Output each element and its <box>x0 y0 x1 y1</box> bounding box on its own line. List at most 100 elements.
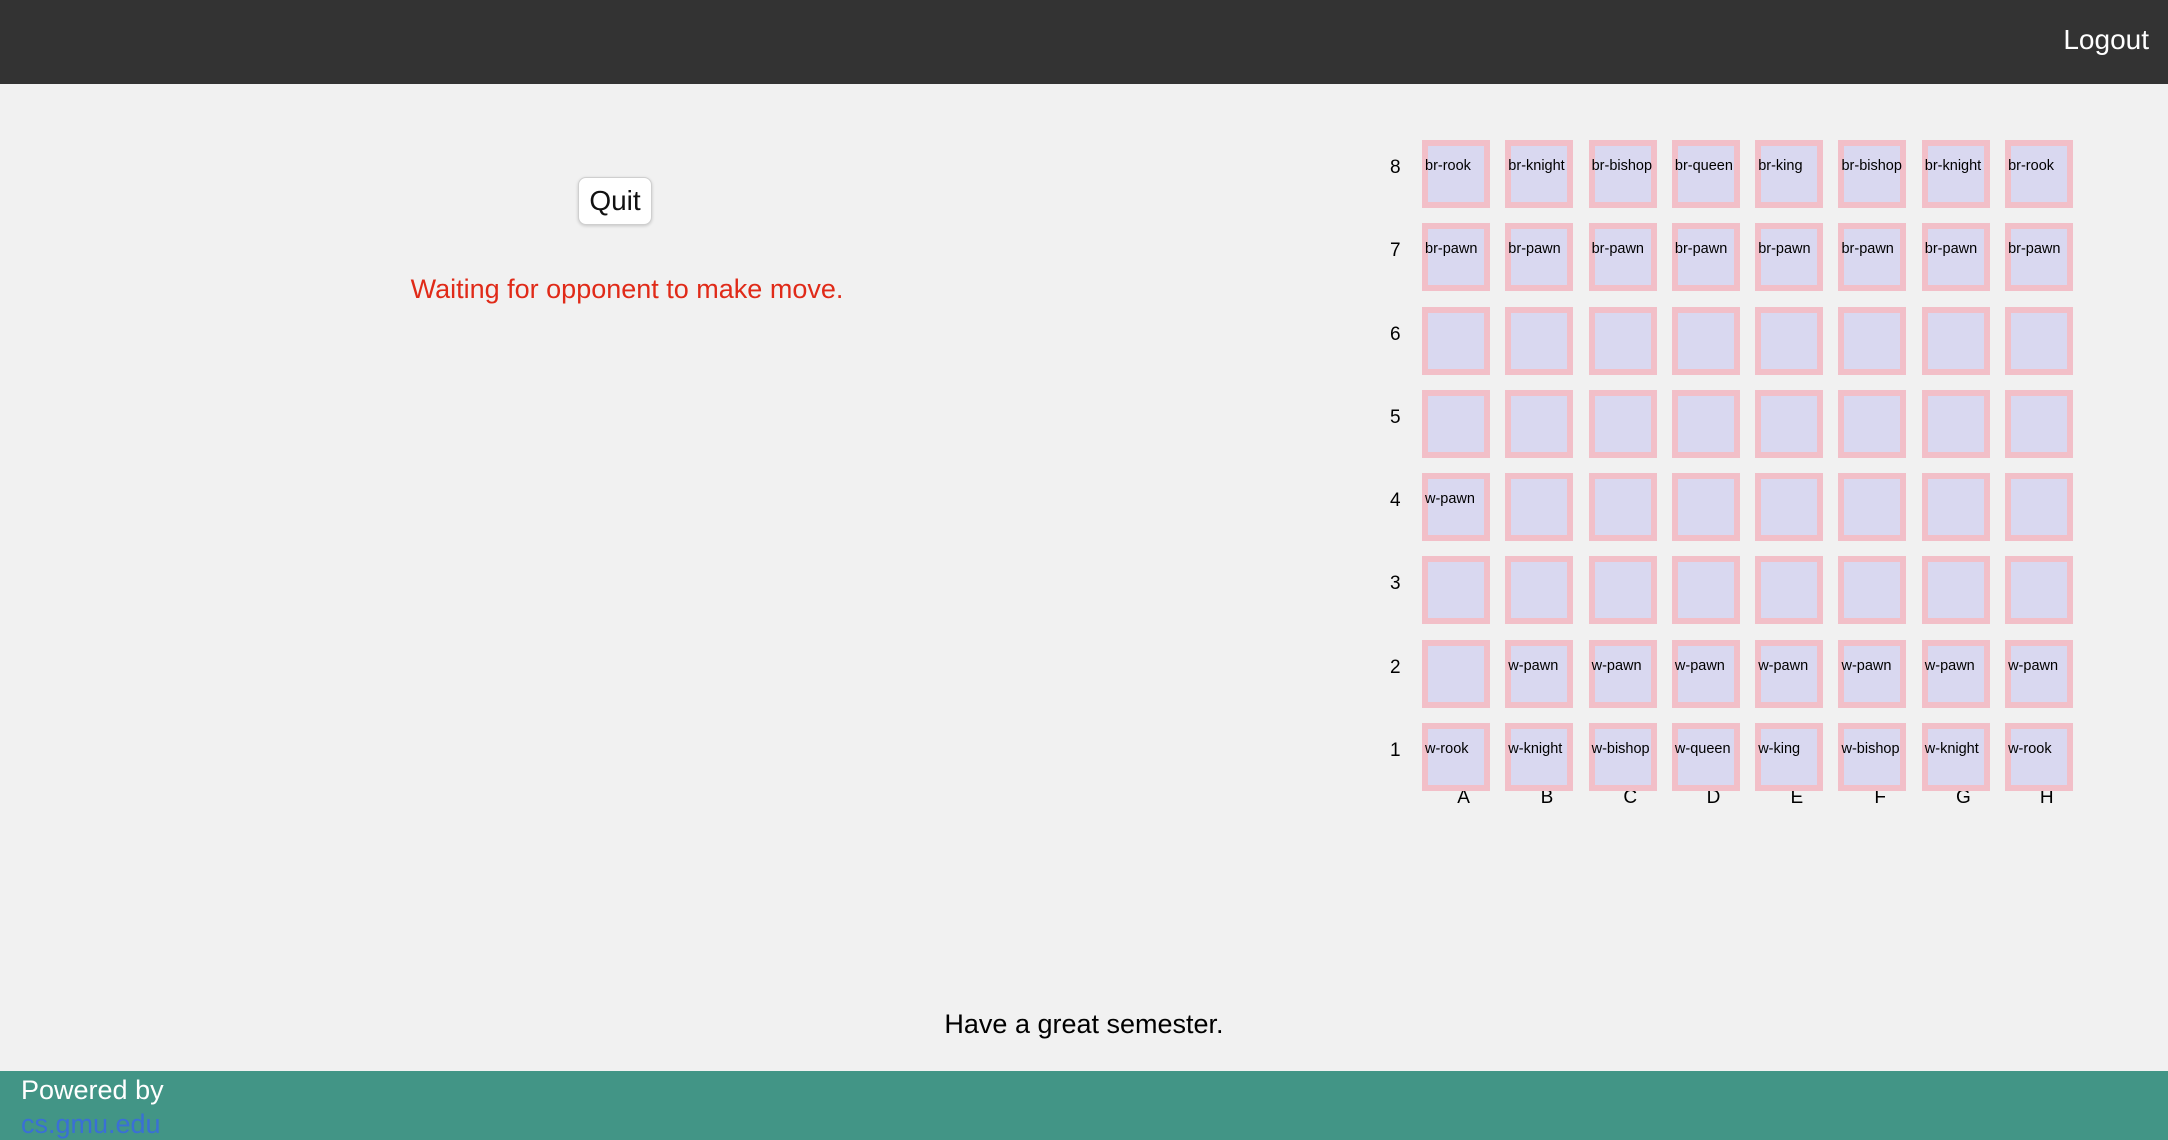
piece-label: br-pawn <box>1674 241 1728 258</box>
piece-label: br-rook <box>1425 158 1471 174</box>
rank-label: 1 <box>1390 740 1401 762</box>
board-square-e1[interactable]: w-king <box>1755 723 1824 792</box>
quit-button[interactable]: Quit <box>578 177 652 225</box>
cs-gmu-link[interactable]: cs.gmu.edu <box>21 1109 161 1140</box>
board-square-b1[interactable]: w-knight <box>1505 723 1574 792</box>
piece-label: w-king <box>1758 741 1801 758</box>
board-square-c1[interactable]: w-bishop <box>1588 723 1657 792</box>
rank-label: 7 <box>1390 240 1401 262</box>
board-square-a8[interactable]: br-rook <box>1422 140 1490 208</box>
piece-label: w-queen <box>1674 741 1731 758</box>
board-square-b4[interactable] <box>1505 473 1574 542</box>
piece-label: w-pawn <box>1425 491 1475 508</box>
board-square-b5[interactable] <box>1505 389 1574 458</box>
board-square-h8[interactable]: br-rook <box>2005 140 2074 208</box>
board-square-e5[interactable] <box>1755 389 1824 458</box>
piece-label: w-rook <box>1425 741 1469 758</box>
piece-label: w-pawn <box>2008 657 2059 674</box>
piece-label: w-pawn <box>1508 657 1559 674</box>
board-square-c3[interactable] <box>1588 556 1657 625</box>
board-square-c2[interactable]: w-pawn <box>1588 639 1657 708</box>
rank-label: 5 <box>1390 406 1401 428</box>
footer: Powered by cs.gmu.edu <box>0 1071 2168 1140</box>
piece-label: w-pawn <box>1674 657 1725 674</box>
board-square-e8[interactable]: br-king <box>1755 140 1824 208</box>
board-square-a4[interactable]: w-pawn <box>1422 473 1490 542</box>
logout-link[interactable]: Logout <box>2063 24 2149 56</box>
board-square-f2[interactable]: w-pawn <box>1838 639 1907 708</box>
chess-board: 8 br-rook br-knight br-bishop br-queen br-kin… <box>1384 140 2088 809</box>
board-square-b3[interactable] <box>1505 556 1574 625</box>
board-square-c6[interactable] <box>1588 306 1657 375</box>
board-square-a2[interactable] <box>1422 639 1490 708</box>
game-status-message: Waiting for opponent to make move. <box>410 274 844 304</box>
board-square-d8[interactable]: br-queen <box>1671 140 1740 208</box>
board-square-a1[interactable]: w-rook <box>1422 723 1490 792</box>
board-square-g7[interactable]: br-pawn <box>1921 223 1990 292</box>
board-square-f7[interactable]: br-pawn <box>1838 223 1907 292</box>
semester-message: Have a great semester. <box>944 1009 1224 1039</box>
piece-label: br-pawn <box>1425 241 1478 258</box>
board-square-c7[interactable]: br-pawn <box>1588 223 1657 292</box>
board-square-g6[interactable] <box>1921 306 1990 375</box>
board-square-e6[interactable] <box>1755 306 1824 375</box>
board-square-b7[interactable]: br-pawn <box>1505 223 1574 292</box>
board-square-d2[interactable]: w-pawn <box>1671 639 1740 708</box>
board-square-g5[interactable] <box>1921 389 1990 458</box>
board-square-b2[interactable]: w-pawn <box>1505 639 1574 708</box>
board-square-d3[interactable] <box>1671 556 1740 625</box>
board-square-c8[interactable]: br-bishop <box>1588 140 1657 208</box>
board-square-e7[interactable]: br-pawn <box>1755 223 1824 292</box>
board-square-d4[interactable] <box>1671 473 1740 542</box>
board-rank-2: 2 w-pawn w-pawn w-pawn w-pawn w-pawn w-pawn w-p… <box>1384 639 2088 723</box>
board-square-h6[interactable] <box>2005 306 2074 375</box>
board-square-g1[interactable]: w-knight <box>1921 723 1990 792</box>
piece-label: w-pawn <box>1841 657 1892 674</box>
board-square-h1[interactable]: w-rook <box>2005 723 2074 792</box>
board-square-e2[interactable]: w-pawn <box>1755 639 1824 708</box>
board-square-a7[interactable]: br-pawn <box>1422 223 1490 292</box>
board-square-f1[interactable]: w-bishop <box>1838 723 1907 792</box>
piece-label: br-bishop <box>1591 158 1653 174</box>
board-square-g3[interactable] <box>1921 556 1990 625</box>
board-square-g2[interactable]: w-pawn <box>1921 639 1990 708</box>
board-square-b6[interactable] <box>1505 306 1574 375</box>
board-square-h3[interactable] <box>2005 556 2074 625</box>
board-square-c5[interactable] <box>1588 389 1657 458</box>
board-square-d7[interactable]: br-pawn <box>1671 223 1740 292</box>
piece-label: br-knight <box>1924 158 1982 174</box>
piece-label: w-pawn <box>1591 657 1642 674</box>
board-square-a3[interactable] <box>1422 556 1490 625</box>
board-square-d5[interactable] <box>1671 389 1740 458</box>
board-square-h2[interactable]: w-pawn <box>2005 639 2074 708</box>
rank-label: 6 <box>1390 323 1401 345</box>
board-square-c4[interactable] <box>1588 473 1657 542</box>
board-rank-7: 7 br-pawn br-pawn br-pawn br-pawn br-pawn br-p… <box>1384 223 2088 306</box>
board-square-d6[interactable] <box>1671 306 1740 375</box>
board-square-f6[interactable] <box>1838 306 1907 375</box>
piece-label: br-king <box>1758 158 1803 174</box>
board-square-e4[interactable] <box>1755 473 1824 542</box>
board-square-a5[interactable] <box>1422 389 1490 458</box>
board-square-f5[interactable] <box>1838 389 1907 458</box>
board-square-h4[interactable] <box>2005 473 2074 542</box>
board-square-a6[interactable] <box>1422 306 1490 375</box>
piece-label: w-rook <box>2008 741 2052 758</box>
board-square-f8[interactable]: br-bishop <box>1838 140 1907 208</box>
piece-label: br-pawn <box>1758 241 1811 258</box>
board-square-g4[interactable] <box>1921 473 1990 542</box>
board-square-b8[interactable]: br-knight <box>1505 140 1574 208</box>
rank-label: 8 <box>1390 157 1401 178</box>
rank-label: 3 <box>1390 573 1401 595</box>
board-square-h7[interactable]: br-pawn <box>2005 223 2074 292</box>
piece-label: w-knight <box>1924 741 1979 758</box>
board-square-g8[interactable]: br-knight <box>1921 140 1990 208</box>
board-square-f4[interactable] <box>1838 473 1907 542</box>
piece-label: w-bishop <box>1591 741 1650 758</box>
board-square-f3[interactable] <box>1838 556 1907 625</box>
board-square-h5[interactable] <box>2005 389 2074 458</box>
piece-label: br-pawn <box>1841 241 1894 258</box>
board-square-e3[interactable] <box>1755 556 1824 625</box>
board-rank-5: 5 <box>1384 389 2088 473</box>
board-square-d1[interactable]: w-queen <box>1671 723 1740 792</box>
